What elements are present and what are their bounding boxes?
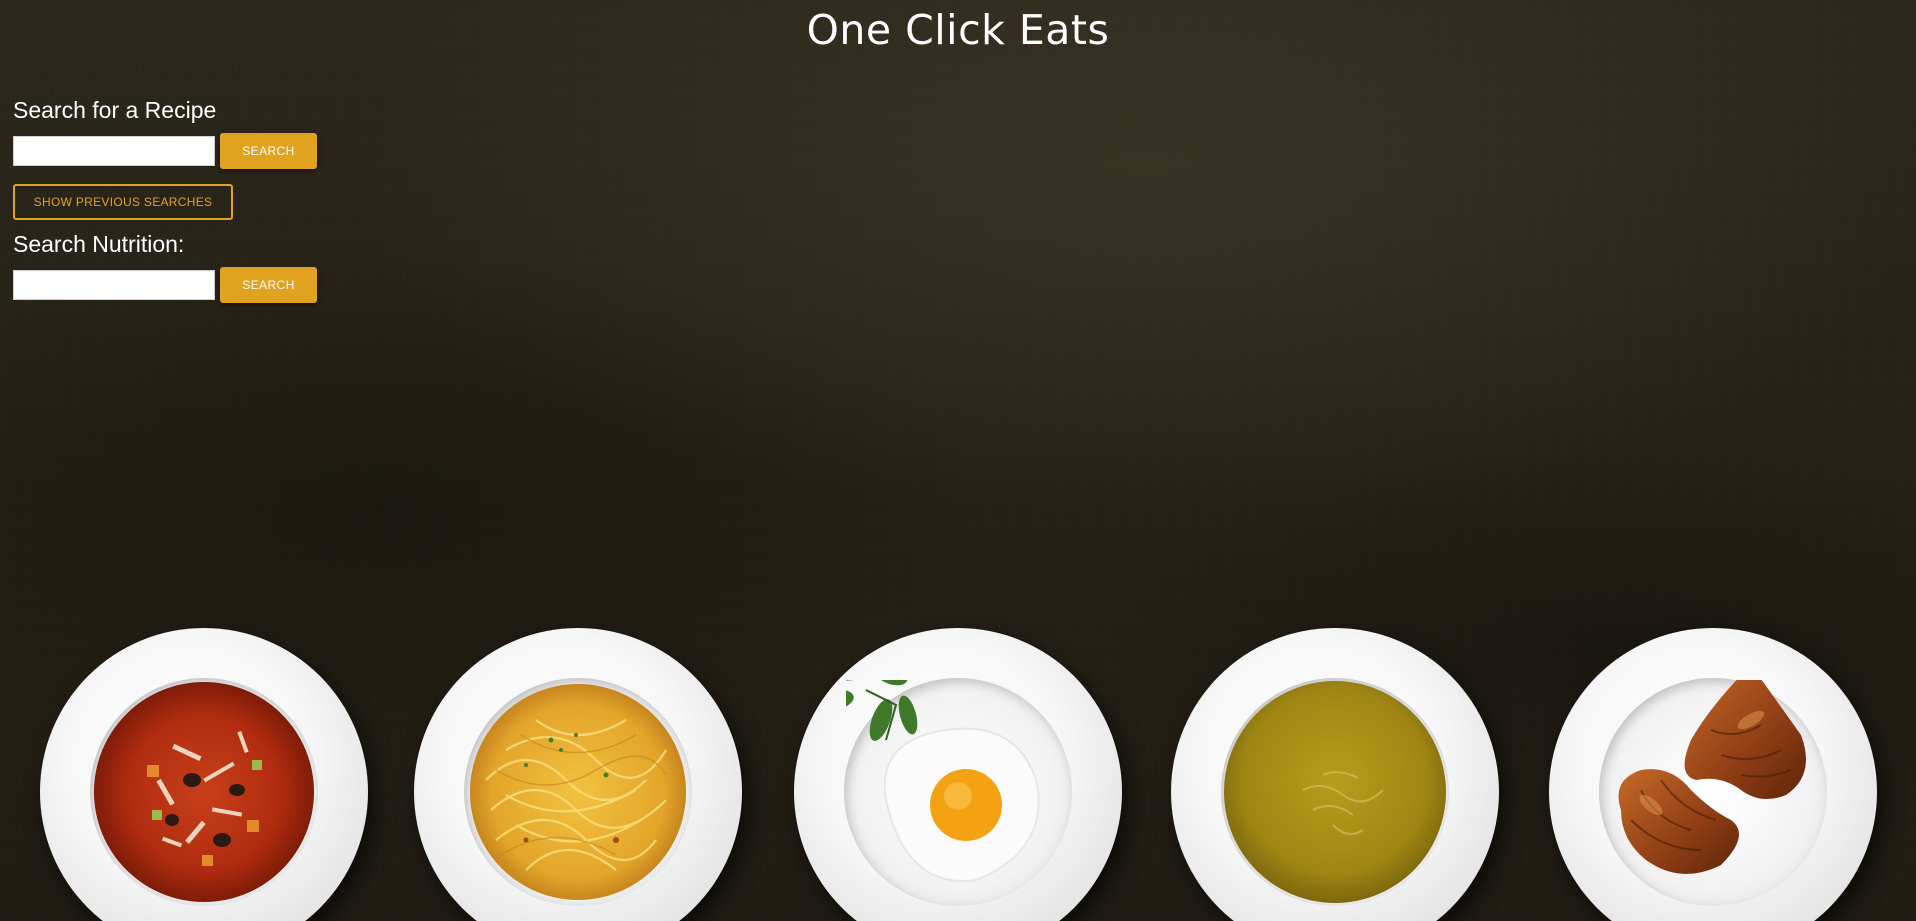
nutrition-search-heading: Search Nutrition: [13, 231, 185, 257]
nutrition-search-row: SEARCH [13, 266, 343, 304]
croissants-image [1601, 680, 1825, 904]
recipe-search-row: SEARCH [13, 132, 343, 170]
page-title: One Click Eats [806, 6, 1110, 54]
fried-egg-image [846, 680, 1070, 904]
show-previous-searches-button[interactable]: SHOW PREVIOUS SEARCHES [13, 184, 233, 220]
plate-spaghetti [414, 628, 742, 921]
minestrone-soup-image [92, 680, 316, 904]
recipe-search-button[interactable]: SEARCH [220, 133, 317, 169]
plate-minestrone-soup [40, 628, 368, 921]
spaghetti-image [466, 680, 690, 904]
nutrition-search-button[interactable]: SEARCH [220, 267, 317, 303]
plate-pea-soup [1171, 628, 1499, 921]
recipe-search-input[interactable] [13, 136, 215, 166]
recipe-search-heading: Search for a Recipe [13, 97, 217, 123]
nutrition-search-input[interactable] [13, 270, 215, 300]
plate-fried-egg [794, 628, 1122, 921]
plate-croissants [1549, 628, 1877, 921]
pea-soup-image [1223, 680, 1447, 904]
search-panel: Search for a Recipe SEARCH SHOW PREVIOUS… [13, 96, 343, 304]
food-plates-row [0, 628, 1916, 921]
